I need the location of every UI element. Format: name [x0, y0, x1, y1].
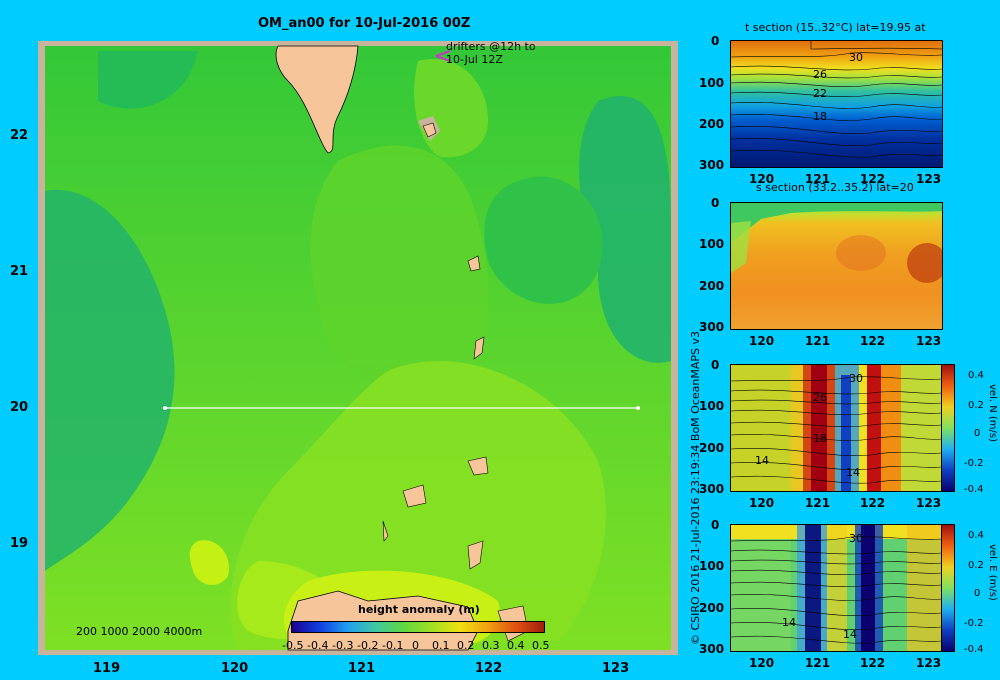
y-tick: 200: [699, 441, 725, 455]
vel-e-label: vel. E (m/s): [987, 544, 998, 601]
x-tick: 122: [860, 334, 886, 348]
y-tick: 100: [699, 76, 725, 90]
s-section-field: [731, 203, 942, 283]
y-tick: 100: [699, 559, 725, 573]
x-tick: 120: [749, 172, 775, 186]
v-contour-label: 14: [846, 466, 860, 479]
t-section-contours: [731, 41, 942, 158]
x-tick: 122: [860, 172, 886, 186]
y-tick: 300: [699, 642, 725, 656]
x-tick: 123: [916, 334, 942, 348]
cb-tick: 0: [974, 428, 981, 439]
y-tick: 100: [699, 237, 725, 251]
y-tick: 200: [699, 601, 725, 615]
y-tick: 300: [699, 158, 725, 172]
colorbar-label: height anomaly (m): [358, 603, 480, 616]
height-anomaly-colorbar: [291, 621, 545, 633]
vel-e-colorbar: [941, 524, 955, 652]
cb-tick: 0.2: [968, 560, 984, 571]
v-contour-label: 26: [813, 391, 827, 404]
cb-tick: -0.4: [964, 484, 984, 495]
x-tick: 122: [860, 656, 886, 670]
y-tick: 0: [711, 196, 720, 210]
cb-tick: -0.4: [964, 644, 984, 655]
t-contour-label: 18: [813, 110, 827, 123]
cb-tick: -0.5: [282, 639, 304, 652]
depth-legend: 200 1000 2000 4000m: [76, 625, 203, 638]
x-tick: 123: [916, 172, 942, 186]
x-tick: 120: [221, 661, 249, 676]
cb-tick: -0.1: [382, 639, 404, 652]
u-contour-label: 30: [849, 532, 863, 545]
cb-tick: 0.4: [507, 639, 525, 652]
cb-tick: 0.5: [532, 639, 550, 652]
vel-n-colorbar: [941, 364, 955, 492]
y-tick: 22: [10, 128, 29, 143]
s-section-title: s section (33.2..35.2) lat=20: [756, 181, 914, 194]
v-contour-label: 14: [755, 454, 769, 467]
y-tick: 0: [711, 34, 720, 48]
y-tick: 21: [10, 264, 29, 279]
t-section-panel: 30 26 22 18: [730, 40, 943, 168]
t-contour-label: 30: [849, 51, 863, 64]
cb-tick: 0.4: [968, 530, 984, 541]
x-tick: 120: [749, 334, 775, 348]
y-tick: 300: [699, 320, 725, 334]
t-section-title: t section (15..32°C) lat=19.95 at: [745, 21, 926, 34]
main-map-title: OM_an00 for 10-Jul-2016 00Z: [258, 16, 471, 31]
x-tick: 121: [805, 334, 831, 348]
vel-n-field: [731, 365, 942, 491]
vel-n-label: vel. N (m/s): [987, 384, 998, 442]
x-tick: 123: [916, 656, 942, 670]
y-tick: 19: [10, 536, 29, 551]
u-contour-label: 14: [843, 628, 857, 641]
main-map: drifters @12h to 10-Jul 12Z 200 1000 200…: [38, 40, 678, 655]
cb-tick: -0.4: [307, 639, 329, 652]
u-contour-label: 14: [782, 616, 796, 629]
t-contour-label: 26: [813, 68, 827, 81]
cb-tick: 0.2: [457, 639, 475, 652]
x-tick: 119: [93, 661, 121, 676]
cb-tick: 0: [412, 639, 419, 652]
y-tick: 200: [699, 279, 725, 293]
x-tick: 122: [860, 496, 886, 510]
y-tick: 0: [711, 518, 720, 532]
y-tick: 0: [711, 358, 720, 372]
v-contour-label: 30: [849, 372, 863, 385]
v-contour-label: 18: [813, 432, 827, 445]
drifters-annotation-line1: drifters @12h to: [446, 40, 536, 53]
cb-tick: 0.3: [482, 639, 500, 652]
y-tick: 200: [699, 117, 725, 131]
cb-tick: 0.1: [432, 639, 450, 652]
x-tick: 123: [916, 496, 942, 510]
drifters-annotation: drifters @12h to 10-Jul 12Z: [446, 40, 536, 66]
vel-e-panel: 30 14 14: [730, 524, 943, 652]
x-tick: 121: [805, 172, 831, 186]
cb-tick: -0.3: [332, 639, 354, 652]
cb-tick: -0.2: [964, 458, 984, 469]
x-tick: 121: [805, 656, 831, 670]
x-tick: 121: [805, 496, 831, 510]
s-section-panel: [730, 202, 943, 330]
section-line: [163, 406, 640, 410]
vel-n-panel: 30 26 18 14 14: [730, 364, 943, 492]
y-tick: 20: [10, 400, 29, 415]
t-contour-label: 22: [813, 87, 827, 100]
x-tick: 123: [602, 661, 630, 676]
drifters-annotation-line2: 10-Jul 12Z: [446, 53, 503, 66]
x-tick: 120: [749, 496, 775, 510]
x-tick: 120: [749, 656, 775, 670]
colorbar-ticks: -0.5 -0.4 -0.3 -0.2 -0.1 0 0.1 0.2 0.3 0…: [282, 639, 552, 653]
x-tick: 122: [475, 661, 503, 676]
cb-tick: 0: [974, 588, 981, 599]
cb-tick: 0.4: [968, 370, 984, 381]
vel-e-field: [731, 525, 942, 651]
y-tick: 300: [699, 482, 725, 496]
cb-tick: -0.2: [357, 639, 379, 652]
y-tick: 100: [699, 399, 725, 413]
cb-tick: -0.2: [964, 618, 984, 629]
cb-tick: 0.2: [968, 400, 984, 411]
x-tick: 121: [348, 661, 376, 676]
